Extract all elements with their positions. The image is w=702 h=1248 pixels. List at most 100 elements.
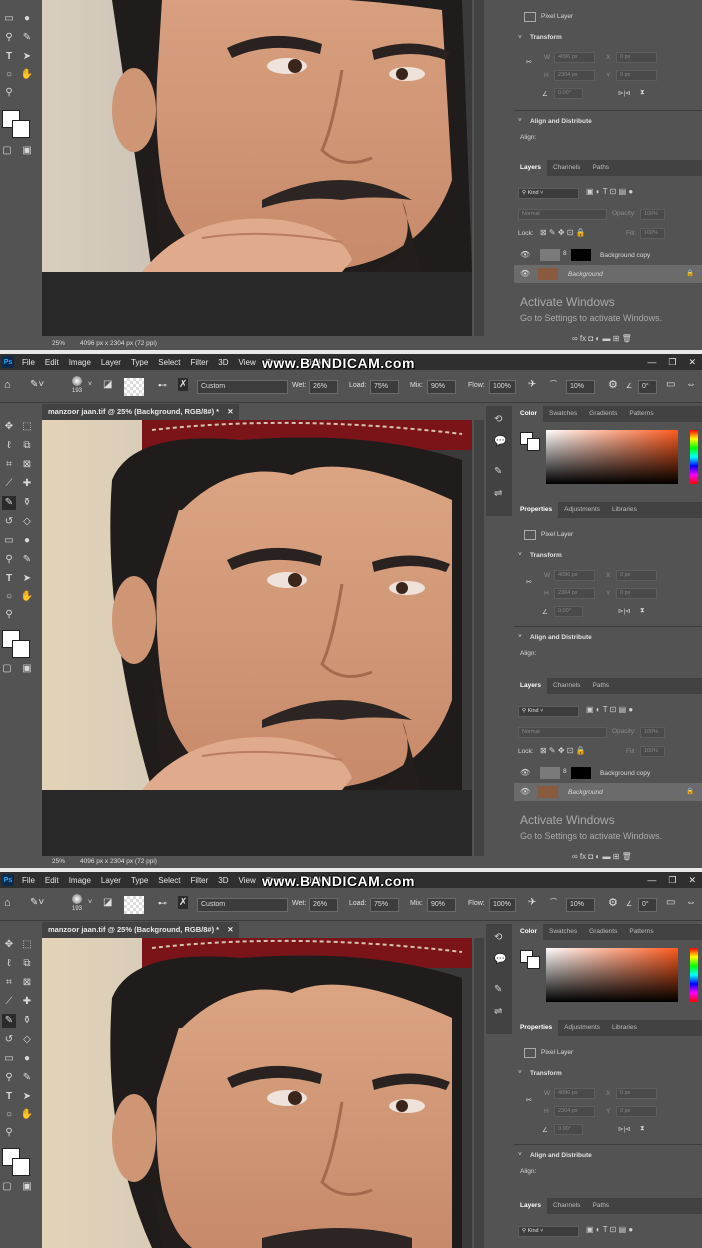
pen-tool-icon[interactable]: ✎: [20, 31, 34, 45]
quick-mask-icon[interactable]: ▢: [0, 662, 14, 676]
move-tool-icon[interactable]: ✥: [2, 938, 16, 952]
brush-tool-icon[interactable]: ✎: [2, 496, 16, 510]
y-field[interactable]: 0 px: [616, 588, 657, 599]
tab-layers[interactable]: Layers: [514, 678, 547, 694]
fill-field[interactable]: 100%: [640, 746, 665, 757]
canvas-scrollbar[interactable]: [474, 420, 484, 856]
hand-tool-icon[interactable]: ✋: [20, 68, 34, 82]
preset-select[interactable]: Custom: [197, 380, 288, 394]
ellipse-tool-icon[interactable]: ○: [2, 68, 16, 82]
angle-field[interactable]: 0.00°: [554, 1124, 583, 1135]
layer-name[interactable]: Background: [568, 271, 603, 278]
symmetry-icon[interactable]: ⇔: [686, 897, 696, 908]
brush-settings-icon[interactable]: ✎: [494, 984, 502, 995]
menu-layer[interactable]: Layer: [96, 358, 126, 367]
flip-horizontal-icon[interactable]: ⊳|⊲: [618, 607, 631, 615]
tab-gradients[interactable]: Gradients: [583, 406, 623, 422]
eyedropper-icon[interactable]: ⟋: [2, 477, 16, 491]
tab-swatches[interactable]: Swatches: [543, 924, 583, 940]
layer-filter-icons[interactable]: ▣ ◐ T ⊡ ▤ ●: [586, 187, 633, 196]
brush-settings-icon[interactable]: ◪: [103, 379, 112, 390]
width-field[interactable]: 4096 px: [554, 52, 595, 63]
blend-mode-select[interactable]: Normal: [518, 209, 607, 220]
load-field[interactable]: 75%: [370, 380, 399, 394]
tab-paths[interactable]: Paths: [586, 678, 615, 694]
tab-paths[interactable]: Paths: [586, 1198, 615, 1214]
ellipse-tool-icon[interactable]: ○: [2, 1108, 16, 1122]
transform-heading[interactable]: Transform: [530, 1070, 562, 1077]
adjustments-icon[interactable]: ⇌: [494, 488, 502, 499]
transform-heading[interactable]: Transform: [530, 552, 562, 559]
canvas-area[interactable]: [42, 0, 472, 336]
quick-mask-icon[interactable]: ▢: [0, 144, 14, 158]
object-select-icon[interactable]: ⧉: [20, 439, 34, 453]
tab-swatches[interactable]: Swatches: [543, 406, 583, 422]
dodge-tool-icon[interactable]: ⚲: [2, 553, 16, 567]
history-brush-icon[interactable]: ↺: [2, 515, 16, 529]
comments-icon[interactable]: 💬: [494, 954, 506, 965]
restore-icon[interactable]: ❐: [668, 357, 676, 368]
layer-row[interactable]: 👁 8 Background copy: [514, 246, 702, 264]
menu-edit[interactable]: Edit: [40, 876, 64, 885]
brush-tool-icon[interactable]: ✎: [2, 1014, 16, 1028]
path-selection-icon[interactable]: ➤: [20, 50, 34, 64]
menu-type[interactable]: Type: [126, 358, 153, 367]
x-field[interactable]: 0 px: [616, 1088, 657, 1099]
clean-brush-icon[interactable]: ✗: [178, 896, 189, 909]
color-picker-field[interactable]: [546, 430, 678, 484]
layer-filter-select[interactable]: ⚲ Kind ˅: [518, 1226, 579, 1237]
gradient-tool-icon[interactable]: ▭: [2, 534, 16, 548]
menu-image[interactable]: Image: [64, 876, 96, 885]
lasso-tool-icon[interactable]: ℓ: [2, 439, 16, 453]
path-selection-icon[interactable]: ➤: [20, 572, 34, 586]
height-field[interactable]: 2304 px: [554, 1106, 595, 1117]
zoom-tool-icon[interactable]: ⚲: [2, 86, 16, 100]
close-icon[interactable]: ✕: [227, 925, 233, 934]
align-heading[interactable]: Align and Distribute: [530, 118, 592, 125]
type-tool-icon[interactable]: T: [2, 572, 16, 586]
background-color-swatch[interactable]: [12, 1158, 30, 1176]
menu-filter[interactable]: Filter: [186, 358, 214, 367]
canvas-area[interactable]: [42, 420, 472, 856]
close-icon[interactable]: ✕: [688, 875, 696, 886]
dodge-tool-icon[interactable]: ⚲: [2, 31, 16, 45]
pressure-icon[interactable]: ▭: [666, 379, 675, 390]
load-swatch[interactable]: [124, 896, 144, 914]
document-tab[interactable]: manzoor jaan.tif @ 25% (Background, RGB/…: [42, 922, 240, 938]
marquee-tool-icon[interactable]: ⬚: [20, 938, 34, 952]
chevron-down-icon[interactable]: ˅: [518, 1069, 522, 1076]
color-bg-swatch[interactable]: [527, 438, 540, 451]
chain-icon[interactable]: 8: [563, 768, 567, 775]
layer-actions[interactable]: ∞ fx ◘ ◐ ▬ ⊞ 🗑: [572, 852, 632, 861]
layer-name[interactable]: Background copy: [600, 252, 650, 259]
gear-icon[interactable]: ⚙: [608, 378, 618, 391]
canvas-scrollbar[interactable]: [474, 0, 484, 336]
brush-preview-icon[interactable]: [72, 894, 82, 904]
menu-image[interactable]: Image: [64, 358, 96, 367]
brush-preview-icon[interactable]: [72, 376, 82, 386]
lock-icons[interactable]: ⊠ ✎ ✥ ⊡ 🔒: [540, 746, 586, 755]
layer-filter-icons[interactable]: ▣ ◐ T ⊡ ▤ ●: [586, 705, 633, 714]
layer-filter-icons[interactable]: ▣ ◐ T ⊡ ▤ ●: [586, 1225, 633, 1234]
tab-patterns[interactable]: Patterns: [623, 406, 659, 422]
layer-filter-select[interactable]: ⚲ Kind ˅: [518, 188, 579, 199]
chevron-down-icon[interactable]: ˅: [88, 899, 92, 906]
screen-mode-icon[interactable]: ▣: [20, 144, 34, 158]
quick-mask-icon[interactable]: ▢: [0, 1180, 14, 1194]
chevron-down-icon[interactable]: ˅: [88, 381, 92, 388]
type-tool-icon[interactable]: T: [2, 50, 16, 64]
screen-mode-icon[interactable]: ▣: [20, 662, 34, 676]
layer-row-selected[interactable]: 👁 Background 🔒: [514, 783, 702, 801]
hand-tool-icon[interactable]: ✋: [20, 1108, 34, 1122]
chevron-down-icon[interactable]: ˅: [518, 633, 522, 640]
chevron-down-icon[interactable]: ˅: [518, 34, 522, 41]
link-icon[interactable]: ⚯: [526, 1096, 531, 1104]
tab-paths[interactable]: Paths: [586, 160, 615, 176]
frame-tool-icon[interactable]: ⊠: [20, 976, 34, 990]
chain-icon[interactable]: 8: [563, 250, 567, 257]
background-color-swatch[interactable]: [12, 640, 30, 658]
layer-row-selected[interactable]: 👁 Background 🔒: [514, 265, 702, 283]
airbrush-icon[interactable]: ✈: [528, 897, 536, 908]
menu-select[interactable]: Select: [153, 876, 185, 885]
history-icon[interactable]: ⟲: [494, 414, 502, 425]
